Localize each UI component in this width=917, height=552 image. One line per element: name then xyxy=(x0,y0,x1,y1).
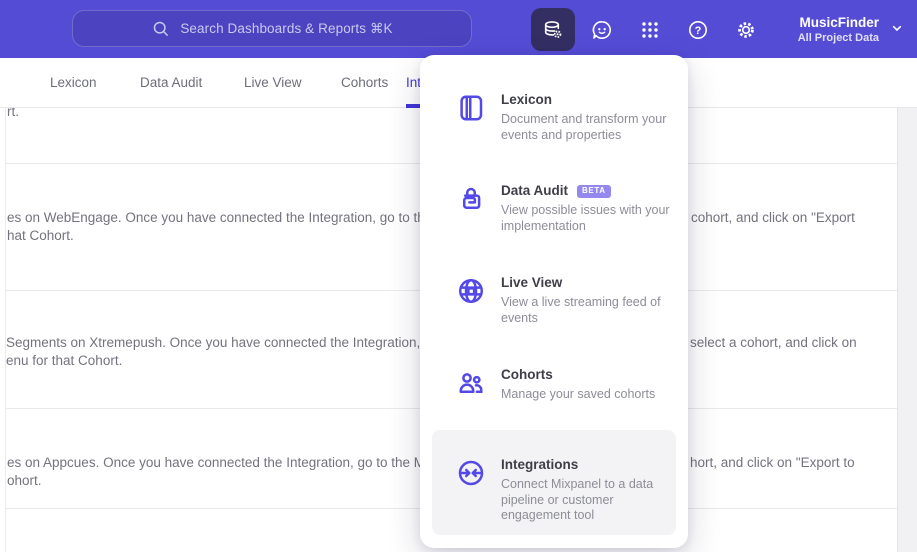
apps-grid-button[interactable] xyxy=(628,8,672,51)
row-text: es on WebEngage. Once you have connected… xyxy=(7,210,433,225)
beta-badge: BETA xyxy=(577,184,611,198)
tab-lexicon[interactable]: Lexicon xyxy=(50,58,97,107)
menu-item-lexicon[interactable]: Lexicon Document and transform your even… xyxy=(420,92,688,143)
menu-item-data-audit[interactable]: Data Audit BETA View possible issues wit… xyxy=(420,183,688,234)
tab-cohorts[interactable]: Cohorts xyxy=(341,58,388,107)
row-text: cohort, and click on "Export xyxy=(691,210,855,225)
menu-item-title: Integrations xyxy=(501,457,579,472)
row-text: hat Cohort. xyxy=(7,228,74,243)
page-gutter xyxy=(897,108,917,552)
menu-item-description: Document and transform your events and p… xyxy=(501,112,667,142)
menu-item-text: Lexicon Document and transform your even… xyxy=(501,92,673,143)
apps-grid-icon xyxy=(642,21,658,38)
row-text: ohort. xyxy=(7,473,42,488)
app-header: Search Dashboards & Reports ⌘K ? MusicFi… xyxy=(0,0,917,58)
chevron-down-icon[interactable] xyxy=(889,20,905,41)
menu-item-title: Data Audit xyxy=(501,183,568,198)
menu-item-title: Lexicon xyxy=(501,92,553,107)
people-icon xyxy=(459,373,483,393)
row-text: es on Appcues. Once you have connected t… xyxy=(7,455,426,470)
global-search-input[interactable]: Search Dashboards & Reports ⌘K xyxy=(72,10,472,47)
settings-button[interactable] xyxy=(724,8,768,51)
row-text: select a cohort, and click on xyxy=(690,335,857,350)
tab-data-audit[interactable]: Data Audit xyxy=(140,58,202,107)
help-button[interactable]: ? xyxy=(676,8,720,51)
menu-item-live-view[interactable]: Live View View a live streaming feed of … xyxy=(420,275,688,326)
support-chat-button[interactable] xyxy=(580,8,624,51)
audit-lock-icon xyxy=(463,187,481,209)
book-icon xyxy=(460,95,483,121)
app-window: rt. es on WebEngage. Once you have conne… xyxy=(0,0,917,552)
menu-item-text: Cohorts Manage your saved cohorts xyxy=(501,367,673,403)
support-chat-icon xyxy=(592,20,611,39)
menu-item-text: Data Audit BETA View possible issues wit… xyxy=(501,183,673,234)
menu-item-description: Manage your saved cohorts xyxy=(501,387,656,401)
menu-item-description: View possible issues with your implement… xyxy=(501,203,670,233)
menu-item-title: Cohorts xyxy=(501,367,553,382)
project-switcher[interactable]: MusicFinder All Project Data xyxy=(798,9,879,49)
menu-item-cohorts[interactable]: Cohorts Manage your saved cohorts xyxy=(420,367,688,403)
menu-item-description: Connect Mixpanel to a data pipeline or c… xyxy=(501,477,654,522)
search-icon xyxy=(154,21,169,36)
menu-item-text: Live View View a live streaming feed of … xyxy=(501,275,673,326)
tab-live-view[interactable]: Live View xyxy=(244,58,302,107)
row-text: Segments on Xtremepush. Once you have co… xyxy=(6,335,421,350)
search-placeholder: Search Dashboards & Reports ⌘K xyxy=(180,20,393,36)
data-management-menu: Lexicon Document and transform your even… xyxy=(420,55,688,548)
project-name: MusicFinder xyxy=(799,14,879,30)
globe-icon xyxy=(458,278,484,304)
content-left-border xyxy=(5,108,6,552)
menu-item-integrations[interactable]: Integrations Connect Mixpanel to a data … xyxy=(432,430,676,535)
menu-item-title: Live View xyxy=(501,275,563,290)
sync-arrows-icon xyxy=(458,460,484,486)
svg-text:?: ? xyxy=(695,25,702,37)
project-scope: All Project Data xyxy=(797,31,879,44)
settings-gear-icon xyxy=(738,21,754,38)
row-text: enu for that Cohort. xyxy=(6,353,123,368)
help-icon: ? xyxy=(689,20,707,39)
menu-item-text: Integrations Connect Mixpanel to a data … xyxy=(501,457,673,524)
row-text: hort, and click on "Export to xyxy=(690,455,855,470)
database-gear-icon xyxy=(544,20,562,38)
menu-item-description: View a live streaming feed of events xyxy=(501,295,661,325)
data-management-button[interactable] xyxy=(531,8,575,51)
